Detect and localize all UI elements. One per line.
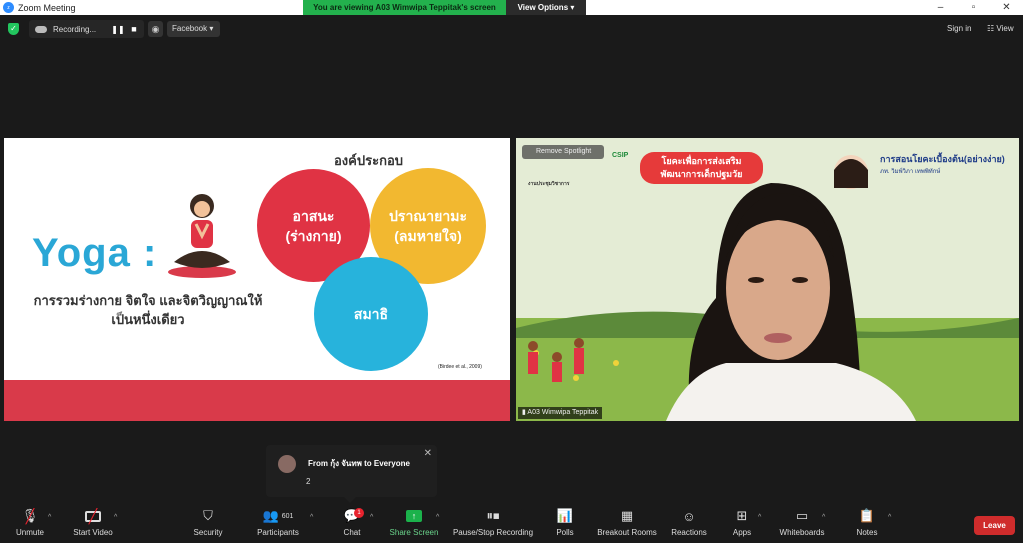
chat-message: 2: [306, 477, 311, 486]
chevron-up-icon[interactable]: ^: [436, 514, 439, 521]
video-background: [516, 138, 1019, 421]
viewing-message: You are viewing A03 Wimwipa Teppitak's s…: [303, 0, 506, 15]
polls-icon: 📊: [556, 508, 574, 523]
shared-screen-slide: องค์ประกอบ Yoga : การรวมร่างกาย จิตใจ แล…: [4, 138, 510, 421]
close-icon[interactable]: ✕: [424, 448, 432, 459]
avatar: [278, 455, 296, 473]
slide-footer-band: [4, 380, 510, 421]
window-controls: – ▫ ✕: [924, 0, 1023, 15]
chevron-up-icon[interactable]: ^: [822, 514, 825, 521]
citation: (Birdee et al., 2009): [438, 364, 482, 370]
stop-icon[interactable]: ■: [126, 24, 142, 34]
chevron-up-icon[interactable]: ^: [310, 514, 313, 521]
popup-tail: [344, 497, 356, 503]
video-off-icon: ╱: [70, 505, 116, 527]
pause-stop-icon: ⏸⏹: [486, 508, 500, 523]
breakout-rooms-button[interactable]: ▦ Breakout Rooms: [595, 505, 659, 543]
chevron-up-icon[interactable]: ^: [48, 514, 51, 521]
close-icon[interactable]: ✕: [990, 0, 1023, 15]
minimize-icon[interactable]: –: [924, 0, 957, 15]
chevron-up-icon[interactable]: ^: [114, 514, 117, 521]
course-title: การสอนโยคะเบื้องต้น(อย่างง่าย): [880, 154, 1005, 164]
participant-name-tag: ▮ A03 Wimwipa Teppitak: [518, 407, 603, 419]
recording-label: Recording...: [53, 24, 97, 34]
notes-button[interactable]: 📋 Notes: [853, 505, 881, 543]
security-button[interactable]: ⛉ Security: [190, 505, 226, 543]
teacher-name: ภท. วิมพ์วิภา เทพพิทักษ์: [880, 169, 941, 175]
whiteboards-button[interactable]: ▭ Whiteboards: [776, 505, 828, 543]
livestream-icon[interactable]: ◉: [148, 21, 163, 37]
meeting-toolbar: 🎙 ╱ Unmute ^ ╱ Start Video ^ ⛉ Security 👥…: [0, 505, 1023, 543]
window-title: Zoom Meeting: [18, 2, 76, 13]
org-label: งานประชุมวิชาการ: [528, 181, 570, 187]
muted-mic-icon: 🎙 ╱: [21, 507, 39, 524]
participants-button[interactable]: 👥 601 Participants: [255, 505, 301, 543]
apps-icon: ⊞: [736, 508, 748, 523]
course-banner: โยคะเพื่อการส่งเสริม พัฒนาการเด็กปฐมวัย: [640, 152, 763, 184]
breakout-rooms-icon: ▦: [620, 508, 634, 523]
chat-badge: 1: [354, 508, 364, 518]
start-video-button[interactable]: ╱ Start Video: [70, 505, 116, 543]
reactions-button[interactable]: ☺ Reactions: [669, 505, 709, 543]
cloud-icon: [35, 25, 47, 33]
chevron-up-icon[interactable]: ^: [758, 514, 761, 521]
share-screen-button[interactable]: ↑ Share Screen: [389, 505, 439, 543]
share-screen-icon: ↑: [389, 505, 439, 527]
speaker-video[interactable]: Remove Spotlight CSIP โยคะเพื่อการส่งเสร…: [516, 138, 1019, 421]
pause-icon[interactable]: ❚❚: [110, 25, 126, 34]
remove-spotlight-button[interactable]: Remove Spotlight: [522, 145, 604, 159]
apps-button[interactable]: ⊞ Apps: [730, 505, 754, 543]
view-button[interactable]: ☷ View: [987, 24, 1014, 33]
slide-heading: องค์ประกอบ: [334, 153, 403, 168]
view-options-button[interactable]: View Options ▾: [506, 0, 586, 15]
chevron-up-icon[interactable]: ^: [888, 514, 891, 521]
reactions-icon: ☺: [682, 508, 696, 524]
signal-icon: ▮: [522, 409, 526, 416]
shield-icon[interactable]: ✓: [8, 23, 19, 35]
polls-button[interactable]: 📊 Polls: [552, 505, 578, 543]
yoga-title: Yoga :: [32, 231, 158, 275]
yoga-description: การรวมร่างกาย จิตใจ และจิตวิญญาณให้ เป็น…: [33, 293, 263, 327]
leave-button[interactable]: Leave: [974, 516, 1015, 535]
maximize-icon[interactable]: ▫: [957, 0, 990, 15]
zoom-logo-icon: z: [3, 2, 14, 13]
notes-icon: 📋: [858, 508, 876, 523]
unmute-button[interactable]: 🎙 ╱ Unmute: [10, 505, 50, 543]
participants-icon: 👥 601: [262, 508, 294, 523]
samadhi-circle: สมาธิ: [314, 257, 428, 371]
viewing-banner: You are viewing A03 Wimwipa Teppitak's s…: [303, 0, 586, 15]
chat-sender: From กุ้ง จันทพ to Everyone: [308, 459, 410, 468]
meeting-topbar: ✓ Recording... ❚❚ ■ ◉ Facebook ▾ Sign in…: [0, 15, 1023, 43]
pause-stop-recording-button[interactable]: ⏸⏹ Pause/Stop Recording: [451, 505, 535, 543]
chevron-up-icon[interactable]: ^: [370, 514, 373, 521]
chat-notification[interactable]: From กุ้ง จันทพ to Everyone 2 ✕: [266, 445, 437, 503]
csip-logo: CSIP: [612, 152, 629, 159]
yoga-figure-icon: [168, 194, 236, 278]
shield-icon: ⛉: [203, 508, 213, 523]
facebook-button[interactable]: Facebook ▾: [167, 21, 220, 37]
whiteboard-icon: ▭: [795, 508, 809, 523]
recording-indicator: Recording... ❚❚ ■: [29, 20, 144, 38]
sign-in-link[interactable]: Sign in: [947, 24, 971, 33]
